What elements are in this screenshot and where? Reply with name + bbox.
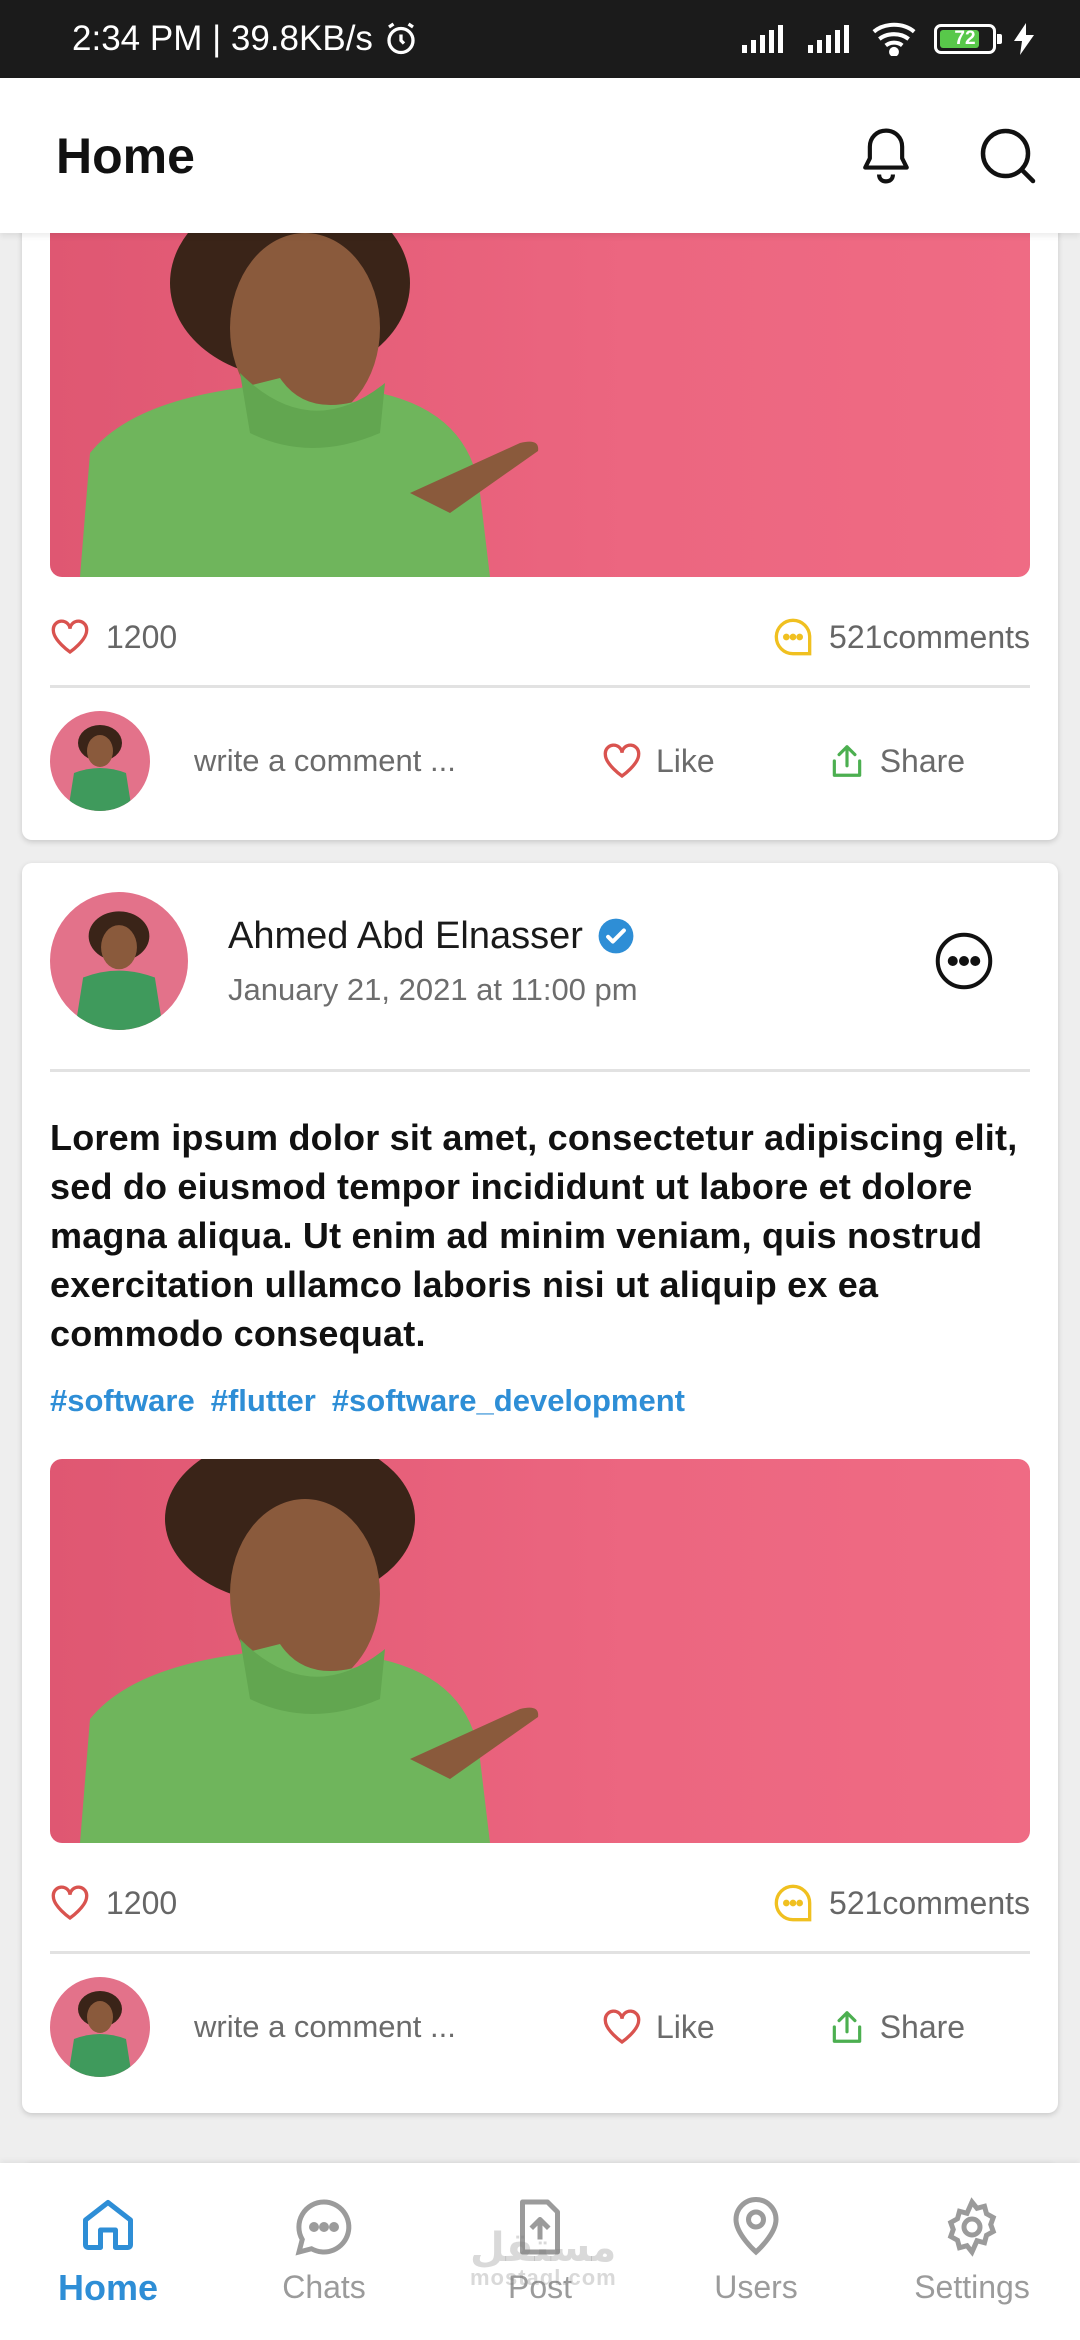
nav-label: Users [714,2269,798,2305]
nav-post[interactable]: Post [440,2197,640,2306]
post-image[interactable] [50,233,1030,577]
status-right: 72 [740,22,1034,56]
alarm-icon [387,22,415,55]
post-date: January 21, 2021 at 11:00 pm [228,971,638,1007]
nav-label: Home [57,2266,159,2308]
hashtag-link[interactable]: #software [50,1383,195,1419]
chat-icon [295,2199,352,2256]
nav-label: Post [507,2269,573,2305]
notifications-button[interactable] [854,124,918,188]
avatar [50,1977,150,2077]
post-card: Ahmed Abd Elnasser January 21, 2021 at 1… [22,863,1058,2113]
author-block: Ahmed Abd Elnasser January 21, 2021 at 1… [228,915,934,1008]
signal-icon-2 [808,25,849,53]
feed[interactable]: 1200 521comments Like [0,233,1080,2163]
share-button[interactable]: Share [828,741,965,781]
upload-icon [520,2199,560,2255]
wifi-icon [872,22,916,56]
likes-value: 1200 [106,618,178,655]
hashtag-link[interactable]: #flutter [211,1383,316,1419]
author-name-row[interactable]: Ahmed Abd Elnasser [228,915,934,958]
home-icon [83,2199,133,2250]
share-icon [832,2011,861,2043]
comment-input[interactable] [192,742,572,780]
like-button[interactable]: Like [602,742,715,780]
hashtag-link[interactable]: #software_development [332,1383,685,1419]
divider [50,1951,1030,1954]
like-button[interactable]: Like [602,2008,715,2046]
share-label: Share [879,742,966,779]
like-label: Like [656,742,715,779]
status-left: 2:34 PM | 39.8KB/s [72,19,419,59]
comment-bubble-icon [774,1884,812,1922]
post-image[interactable] [50,1459,1030,1843]
location-icon [733,2197,779,2256]
avatar-photo [68,1991,132,2077]
search-button[interactable] [976,124,1040,188]
share-icon [832,745,861,777]
search-icon [980,128,1036,183]
heart-icon [603,743,641,779]
post-text: Lorem ipsum dolor sit amet, consectetur … [50,1117,1018,1354]
heart-icon [51,619,89,655]
post-photo [80,233,539,577]
app-actions [854,124,1040,188]
post-stats: 1200 521comments [50,1873,1030,1933]
nav-chats[interactable]: Chats [224,2197,424,2306]
comment-action-row: Like Share [50,1977,1030,2077]
divider [50,1069,1030,1072]
status-bar: 2:34 PM | 39.8KB/s 72 [0,0,1080,78]
bottom-nav: Home Chats Post Users Settings [0,2163,1080,2340]
nav-users[interactable]: Users [656,2197,856,2306]
post-header: Ahmed Abd Elnasser January 21, 2021 at 1… [50,891,1030,1031]
comments-value: 521comments [829,1884,1030,1921]
more-icon [935,932,993,990]
more-options-button[interactable] [934,931,994,991]
divider [50,685,1030,688]
verified-badge-icon [598,918,634,954]
avatar-photo [68,725,132,811]
avatar-photo [74,911,164,1030]
heart-icon [603,2009,641,2045]
nav-label: Chats [282,2269,366,2305]
heart-icon [51,1885,89,1921]
author-name: Ahmed Abd Elnasser [228,914,583,957]
comment-bubble-icon [774,618,812,656]
post-photo [80,1459,539,1843]
settings-icon [947,2197,997,2257]
post-card: 1200 521comments Like [22,233,1058,840]
like-label: Like [656,2008,715,2045]
signal-icon [742,25,783,53]
comment-input[interactable] [192,2008,572,2046]
comment-action-row: Like Share [50,711,1030,811]
page-title: Home [56,127,195,184]
charging-icon [1014,23,1034,55]
hashtags: #software #flutter #software_development [50,1383,685,1419]
battery-indicator: 72 [934,24,1002,54]
nav-home[interactable]: Home [8,2195,208,2309]
share-button[interactable]: Share [828,2007,965,2047]
avatar [50,711,150,811]
status-time: 2:34 PM | 39.8KB/s [72,19,373,58]
comments-value: 521comments [829,618,1030,655]
comments-count[interactable]: 521comments [773,617,1030,657]
likes-value: 1200 [106,1884,178,1921]
comments-count[interactable]: 521comments [773,1883,1030,1923]
share-label: Share [879,2008,966,2045]
author-avatar[interactable] [50,892,188,1030]
nav-settings[interactable]: Settings [872,2197,1072,2306]
bell-icon [863,128,909,183]
likes-count: 1200 [50,618,177,656]
likes-count: 1200 [50,1884,177,1922]
nav-label: Settings [914,2269,1030,2305]
app-bar: Home [0,78,1080,233]
battery-level: 72 [954,28,976,49]
post-stats: 1200 521comments [50,607,1030,667]
